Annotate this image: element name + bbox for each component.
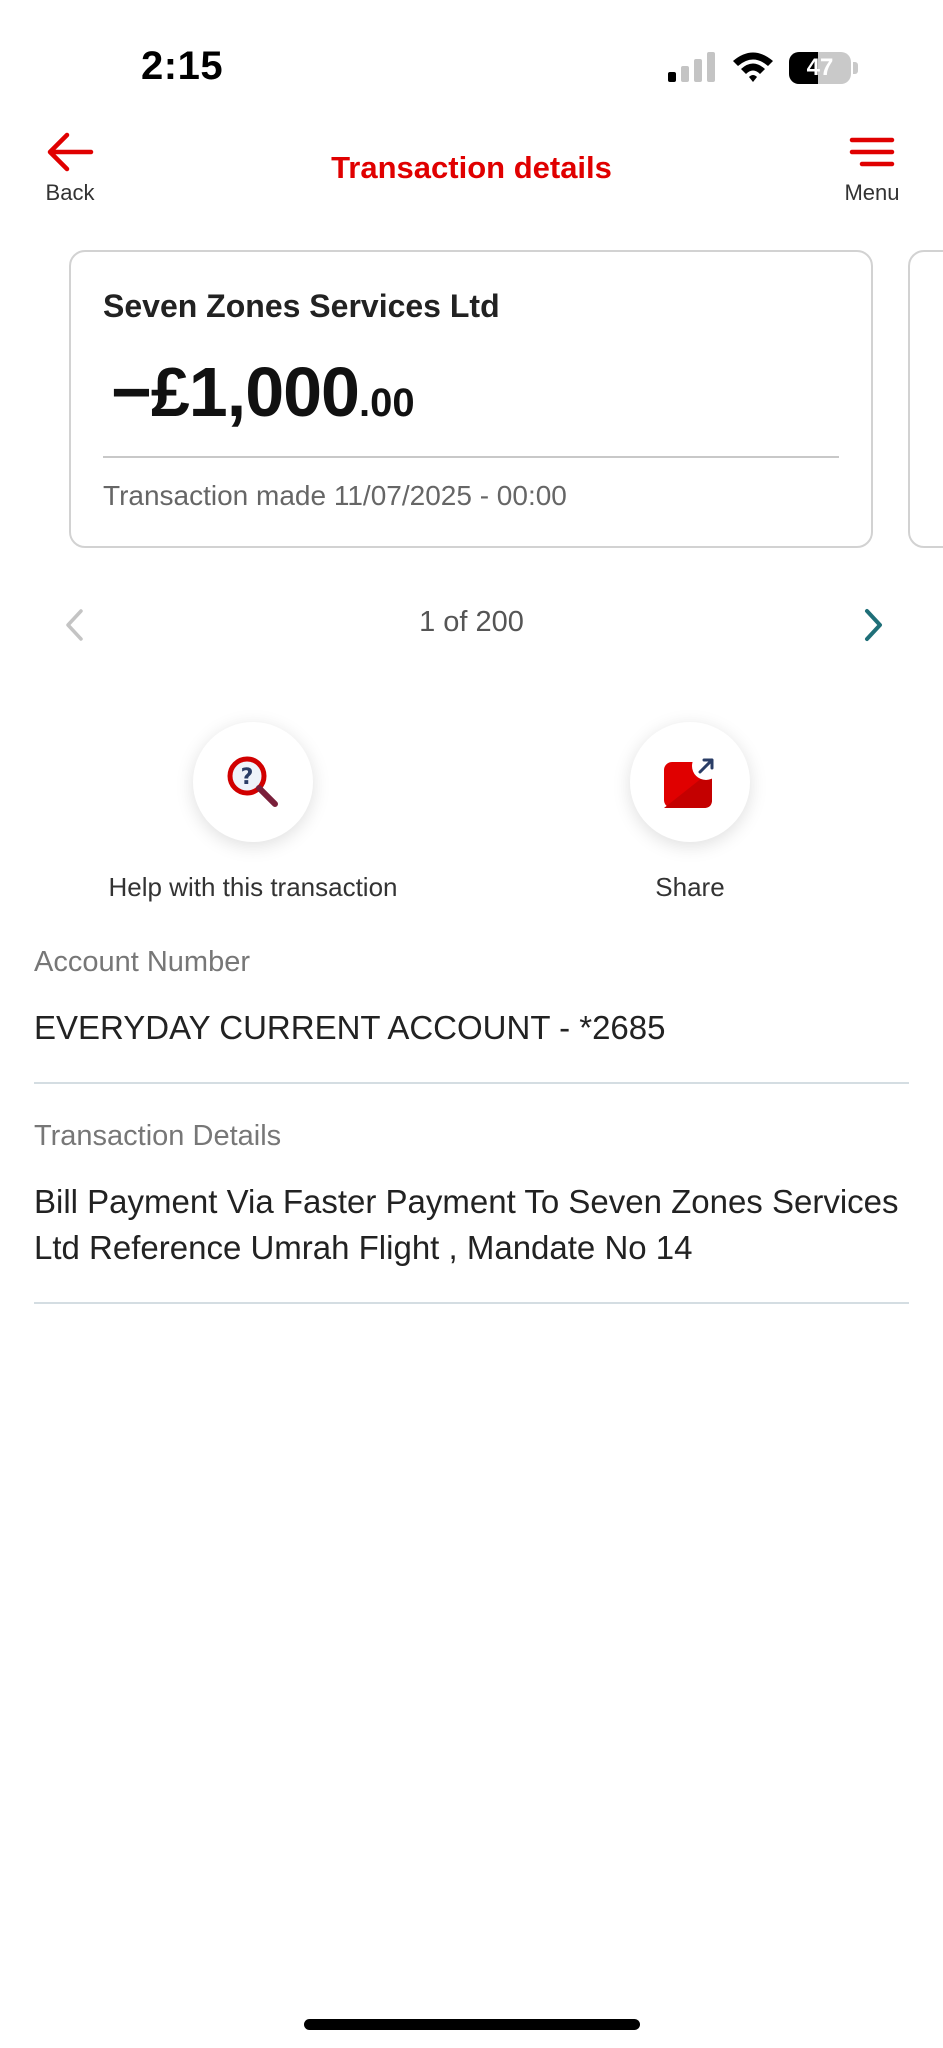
page-title: Transaction details [331, 150, 612, 185]
cellular-signal-icon [668, 52, 715, 82]
transaction-date: Transaction made 11/07/2025 - 00:00 [103, 480, 567, 512]
share-label: Share [655, 872, 725, 902]
svg-text:?: ? [241, 765, 254, 790]
status-time: 2:15 [141, 44, 224, 88]
account-number-value: EVERYDAY CURRENT ACCOUNT - *2685 [34, 1009, 666, 1046]
account-number-section: Account Number EVERYDAY CURRENT ACCOUNT … [34, 946, 909, 1051]
transaction-details-section: Transaction Details Bill Payment Via Fas… [34, 1120, 909, 1271]
help-circle[interactable]: ? [193, 722, 313, 842]
amount-pence: .00 [358, 381, 415, 425]
divider [34, 1082, 909, 1084]
home-indicator[interactable] [304, 2019, 640, 2030]
share-button[interactable]: Share [500, 722, 880, 903]
hamburger-menu-icon [849, 137, 895, 167]
transaction-details-label: Transaction Details [34, 1120, 282, 1152]
transaction-amount: −£1,000.00 [111, 352, 415, 432]
battery-icon: 47 [789, 52, 859, 84]
status-bar: 2:15 47 [0, 0, 943, 130]
share-icon [664, 752, 720, 808]
transaction-card[interactable]: Seven Zones Services Ltd −£1,000.00 Tran… [69, 250, 873, 548]
help-search-icon: ? [227, 756, 278, 807]
amount-pounds: −£1,000 [111, 353, 360, 431]
pager-count: 1 of 200 [419, 606, 524, 638]
card-divider [103, 456, 839, 458]
next-chevron-icon[interactable] [848, 600, 898, 650]
top-navigation: Back Transaction details Menu [0, 130, 943, 230]
battery-level: 47 [806, 54, 834, 81]
transaction-pager: 1 of 200 [0, 590, 943, 660]
transaction-datetime: 11/07/2025 - 00:00 [333, 480, 567, 511]
account-number-label: Account Number [34, 946, 250, 978]
transaction-made-label: Transaction made [103, 480, 327, 511]
merchant-name: Seven Zones Services Ltd [103, 288, 500, 324]
wifi-icon [733, 52, 773, 82]
divider [34, 1302, 909, 1304]
share-circle[interactable] [630, 722, 750, 842]
help-label: Help with this transaction [108, 872, 398, 902]
next-transaction-card-peek[interactable] [908, 250, 943, 548]
help-with-transaction-button[interactable]: ? Help with this transaction [63, 722, 443, 903]
transaction-details-value: Bill Payment Via Faster Payment To Seven… [34, 1183, 899, 1266]
menu-button[interactable]: Menu [832, 130, 912, 210]
menu-label: Menu [844, 180, 900, 205]
